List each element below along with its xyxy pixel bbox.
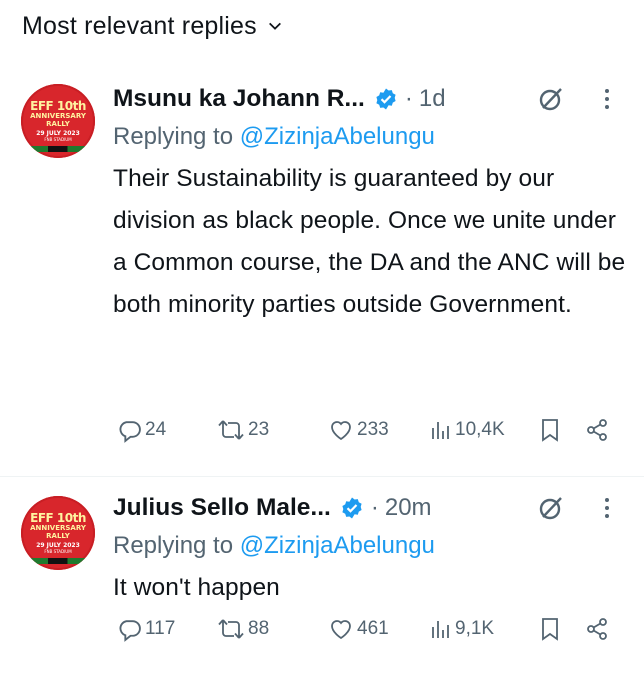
separator-dot: ·	[370, 494, 379, 521]
grok-icon[interactable]	[536, 493, 566, 523]
replying-prefix: Replying to	[113, 532, 240, 559]
reply-tweet[interactable]: EFF 10th ANNIVERSARY RALLY 29 JULY 2023 …	[0, 477, 644, 680]
verified-badge-icon	[374, 87, 398, 111]
grok-icon[interactable]	[536, 84, 566, 114]
reply-button[interactable]: 24	[117, 418, 166, 443]
timestamp[interactable]: 1d	[419, 85, 446, 113]
like-count: 233	[357, 419, 389, 440]
reply-icon	[119, 420, 141, 443]
avatar-text: RALLY	[46, 119, 70, 128]
replying-prefix: Replying to	[113, 123, 240, 150]
replying-to: Replying to @ZizinjaAbelungu	[113, 529, 628, 563]
replying-handle-link[interactable]: @ZizinjaAbelungu	[240, 123, 435, 150]
avatar[interactable]: EFF 10th ANNIVERSARY RALLY 29 JULY 2023 …	[21, 496, 95, 570]
avatar-text: EFF 10th	[30, 98, 86, 113]
retweet-count: 23	[248, 419, 270, 440]
bookmark-button[interactable]	[540, 617, 560, 641]
reply-count: 117	[145, 618, 176, 639]
author-name[interactable]: Msunu ka Johann R...	[113, 85, 365, 113]
avatar[interactable]: EFF 10th ANNIVERSARY RALLY 29 JULY 2023 …	[21, 84, 95, 158]
avatar-text: ANNIVERSARY	[30, 111, 86, 120]
more-options-icon[interactable]	[604, 88, 610, 110]
chevron-down-icon[interactable]	[267, 18, 283, 34]
views-count: 10,4K	[455, 419, 505, 440]
share-button[interactable]	[585, 418, 609, 442]
retweet-count: 88	[248, 618, 270, 639]
avatar-text: ANNIVERSARY	[30, 523, 86, 532]
tweet-text: It won't happen	[113, 574, 280, 601]
avatar-band	[29, 558, 87, 564]
retweet-button[interactable]: 88	[217, 617, 269, 641]
like-count: 461	[357, 618, 389, 639]
reply-button[interactable]: 117	[117, 617, 175, 642]
bookmark-icon	[542, 618, 558, 641]
replying-handle-link[interactable]: @ZizinjaAbelungu	[240, 532, 435, 559]
more-options-icon[interactable]	[604, 497, 610, 519]
share-button[interactable]	[585, 617, 609, 641]
timestamp[interactable]: 20m	[385, 494, 432, 522]
views-icon	[432, 422, 449, 439]
views-count: 9,1K	[455, 618, 495, 639]
views-button[interactable]: 10,4K	[430, 418, 505, 442]
tweet-text: Their Sustainability is guaranteed by ou…	[113, 165, 626, 318]
share-icon	[587, 618, 607, 640]
reply-icon	[119, 619, 141, 642]
views-icon	[432, 621, 449, 638]
replies-sort-header[interactable]: Most relevant replies	[0, 0, 644, 52]
like-button[interactable]: 233	[328, 418, 389, 442]
reply-tweet[interactable]: EFF 10th ANNIVERSARY RALLY 29 JULY 2023 …	[0, 52, 644, 476]
bookmark-icon	[542, 419, 558, 442]
share-icon	[587, 419, 607, 441]
avatar-text: EFF 10th	[30, 510, 86, 525]
heart-icon	[331, 421, 351, 441]
retweet-button[interactable]: 23	[217, 418, 269, 442]
bookmark-button[interactable]	[540, 418, 560, 442]
like-button[interactable]: 461	[328, 617, 389, 641]
retweet-icon	[218, 420, 244, 440]
reply-count: 24	[145, 419, 167, 440]
replying-to: Replying to @ZizinjaAbelungu	[113, 120, 628, 154]
replies-sort-label: Most relevant replies	[22, 11, 257, 40]
avatar-text: 29 JULY 2023	[36, 541, 80, 549]
avatar-text: FNB STADIUM	[44, 548, 72, 554]
author-name[interactable]: Julius Sello Male...	[113, 494, 331, 522]
avatar-band	[29, 146, 87, 152]
separator-dot: ·	[404, 85, 413, 112]
heart-icon	[331, 620, 351, 640]
avatar-text: 29 JULY 2023	[36, 129, 80, 137]
avatar-text: RALLY	[46, 531, 70, 540]
verified-badge-icon	[340, 496, 364, 520]
avatar-text: FNB STADIUM	[44, 136, 72, 142]
retweet-icon	[218, 619, 244, 639]
views-button[interactable]: 9,1K	[430, 617, 494, 641]
